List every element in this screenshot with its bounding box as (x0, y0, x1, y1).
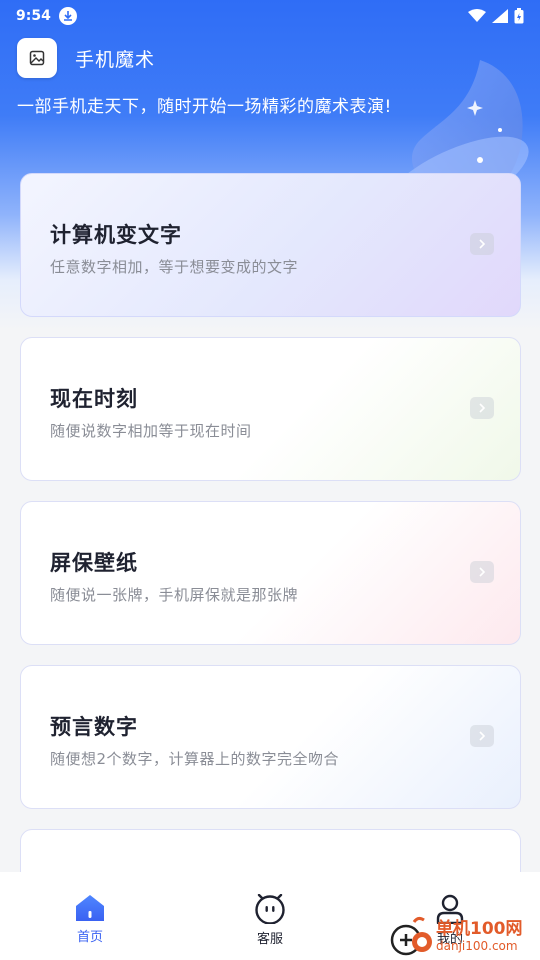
customer-service-icon (255, 894, 285, 924)
feature-list: 计算机变文字 任意数字相加，等于想要变成的文字 现在时刻 随便说数字相加等于现在… (20, 173, 521, 889)
card-subtitle: 随便说一张牌，手机屏保就是那张牌 (50, 586, 299, 604)
card-title: 屏保壁纸 (50, 551, 138, 575)
tab-home[interactable]: 首页 (0, 872, 180, 960)
watermark-name: 单机100网 (436, 919, 523, 939)
tab-label: 客服 (256, 932, 283, 947)
home-icon (76, 895, 104, 921)
app-image-icon (17, 38, 57, 78)
card-title: 计算机变文字 (50, 223, 182, 247)
site-watermark: 单机100网 danji100.com (388, 912, 540, 960)
chevron-right-icon (470, 397, 494, 419)
app-tagline: 一部手机走天下，随时开始一场精彩的魔术表演! (17, 97, 392, 117)
signal-icon (492, 9, 508, 23)
card-subtitle: 任意数字相加，等于想要变成的文字 (50, 258, 299, 276)
chevron-right-icon (470, 561, 494, 583)
feature-card-calculator-text[interactable]: 计算机变文字 任意数字相加，等于想要变成的文字 (20, 173, 521, 317)
chevron-right-icon (470, 233, 494, 255)
tab-label: 首页 (76, 930, 103, 945)
feature-card-screensaver[interactable]: 屏保壁纸 随便说一张牌，手机屏保就是那张牌 (20, 501, 521, 645)
watermark-url: danji100.com (436, 939, 518, 953)
tab-customer-service[interactable]: 客服 (180, 872, 360, 960)
card-subtitle: 随便说数字相加等于现在时间 (50, 422, 252, 440)
wifi-icon (468, 9, 486, 22)
feature-card-current-time[interactable]: 现在时刻 随便说数字相加等于现在时间 (20, 337, 521, 481)
card-title: 现在时刻 (50, 387, 138, 411)
status-time: 9:54 (16, 8, 51, 24)
download-icon (58, 7, 77, 25)
watermark-logo-icon (390, 916, 432, 956)
feature-card-predict-number[interactable]: 预言数字 随便想2个数字，计算器上的数字完全吻合 (20, 665, 521, 809)
chevron-right-icon (470, 725, 494, 747)
status-bar: 9:54 (0, 0, 540, 32)
card-subtitle: 随便想2个数字，计算器上的数字完全吻合 (50, 750, 340, 768)
battery-icon (514, 8, 524, 24)
card-title: 预言数字 (50, 715, 138, 739)
app-title: 手机魔术 (75, 48, 156, 71)
app-header: 手机魔术 (17, 38, 155, 78)
